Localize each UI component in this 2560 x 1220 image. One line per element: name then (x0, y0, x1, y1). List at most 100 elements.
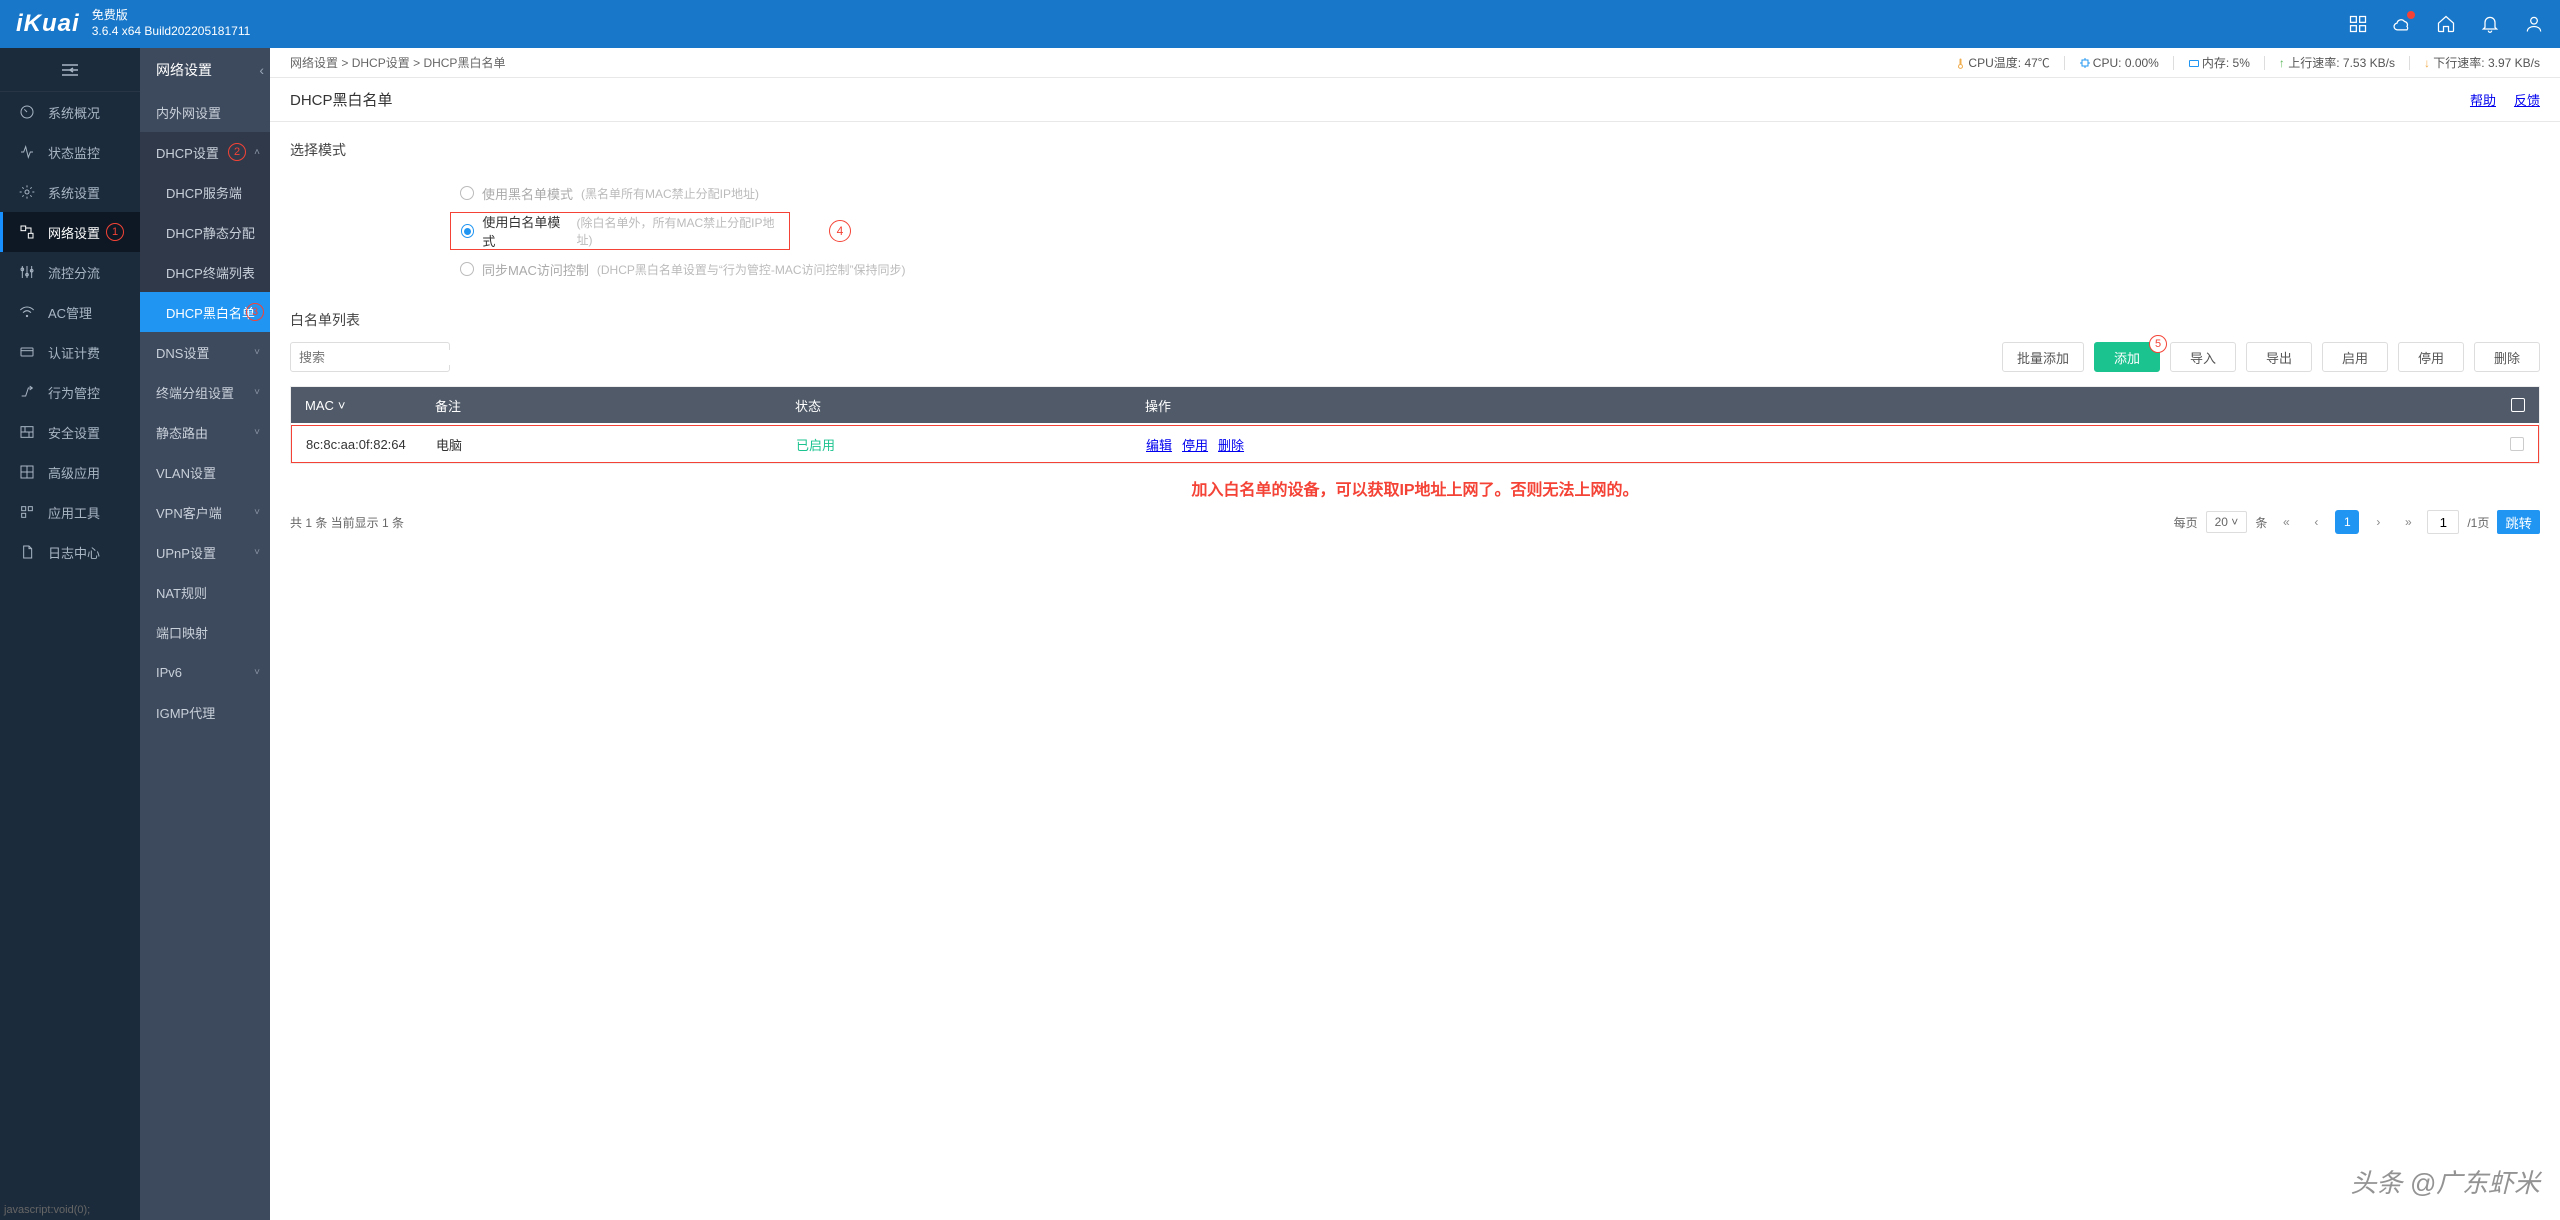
radio-blacklist[interactable]: 使用黑名单模式 (黑名单所有MAC禁止分配IP地址) (460, 174, 2540, 212)
sidebar-item-flow[interactable]: 流控分流 (0, 252, 140, 292)
nav2-lan-wan[interactable]: 内外网设置 (140, 92, 270, 132)
nav2-term-group[interactable]: 终端分组设置˅ (140, 372, 270, 412)
nav2-vpn[interactable]: VPN客户端˅ (140, 492, 270, 532)
annotation-badge-1: 1 (106, 223, 124, 241)
dashboard-icon (18, 103, 36, 121)
content-area: 网络设置 > DHCP设置 > DHCP黑白名单 CPU温度: 47℃ CPU:… (270, 48, 2560, 1220)
nav2-dhcp[interactable]: DHCP设置2˄ (140, 132, 270, 172)
nav2-nat[interactable]: NAT规则 (140, 572, 270, 612)
sub-dhcp-server[interactable]: DHCP服务端 (140, 172, 270, 212)
pager-jump-button[interactable]: 跳转 (2497, 510, 2540, 534)
pager-next[interactable]: › (2367, 511, 2389, 533)
route-icon (18, 383, 36, 401)
breadcrumb-c: DHCP黑白名单 (423, 54, 505, 71)
sidebar-item-auth[interactable]: 认证计费 (0, 332, 140, 372)
user-icon[interactable] (2524, 14, 2544, 34)
sub-dhcp-static[interactable]: DHCP静态分配 (140, 212, 270, 252)
batch-add-button[interactable]: 批量添加 (2002, 342, 2084, 372)
import-button[interactable]: 导入 (2170, 342, 2236, 372)
grid-icon (18, 463, 36, 481)
col-note: 备注 (435, 396, 795, 415)
top-header: iKuai 免费版 3.6.4 x64 Build202205181711 (0, 0, 2560, 48)
help-link[interactable]: 帮助 (2470, 90, 2496, 109)
page-body: 选择模式 使用黑名单模式 (黑名单所有MAC禁止分配IP地址) 使用白名单模式 … (270, 122, 2560, 1220)
sidebar-item-logs[interactable]: 日志中心 (0, 532, 140, 572)
add-button[interactable]: 添加5 (2094, 342, 2160, 372)
edition-label: 免费版 (92, 8, 251, 24)
list-toolbar: 批量添加 添加5 导入 导出 启用 停用 删除 (290, 342, 2540, 372)
status-bar-hint: javascript:void(0); (4, 1204, 90, 1216)
row-disable-link[interactable]: 停用 (1182, 435, 1208, 454)
nav2-static-route[interactable]: 静态路由˅ (140, 412, 270, 452)
bell-icon[interactable] (2480, 14, 2500, 34)
chevron-left-icon[interactable]: ‹ (259, 62, 264, 78)
version-block: 免费版 3.6.4 x64 Build202205181711 (92, 8, 251, 39)
pager-current[interactable]: 1 (2335, 510, 2359, 534)
pager-prev[interactable]: ‹ (2305, 511, 2327, 533)
disable-button[interactable]: 停用 (2398, 342, 2464, 372)
export-button[interactable]: 导出 (2246, 342, 2312, 372)
cell-status: 已启用 (796, 435, 1146, 454)
sub-dhcp-bwlist[interactable]: DHCP黑白名单3 (140, 292, 270, 332)
cell-ops: 编辑 停用 删除 (1146, 435, 2500, 454)
sidebar-toggle[interactable] (0, 48, 140, 92)
apps-icon[interactable] (2348, 14, 2368, 34)
delete-button[interactable]: 删除 (2474, 342, 2540, 372)
sidebar-item-overview[interactable]: 系统概况 (0, 92, 140, 132)
chevron-down-icon: ˅ (254, 347, 260, 358)
nav2-dns[interactable]: DNS设置˅ (140, 332, 270, 372)
radio-sync-mac[interactable]: 同步MAC访问控制 (DHCP黑白名单设置与“行为管控-MAC访问控制”保持同步… (460, 250, 2540, 288)
cell-check[interactable] (2500, 437, 2524, 451)
feedback-link[interactable]: 反馈 (2514, 90, 2540, 109)
search-box[interactable] (290, 342, 450, 372)
sidebar-item-advanced[interactable]: 高级应用 (0, 452, 140, 492)
sidebar-item-label: 系统概况 (48, 103, 100, 122)
sidebar-item-label: 安全设置 (48, 423, 100, 442)
sidebar-item-behavior[interactable]: 行为管控 (0, 372, 140, 412)
chevron-down-icon: ˅ (254, 507, 260, 518)
per-page-unit: 条 (2255, 514, 2267, 531)
button-group: 批量添加 添加5 导入 导出 启用 停用 删除 (2002, 342, 2540, 372)
sidebar-item-label: 应用工具 (48, 503, 100, 522)
radio-whitelist[interactable]: 使用白名单模式 (除白名单外，所有MAC禁止分配IP地址) 4 (450, 212, 790, 250)
nav2-upnp[interactable]: UPnP设置˅ (140, 532, 270, 572)
sidebar2-title: 网络设置‹ (140, 48, 270, 92)
col-check[interactable] (2501, 398, 2525, 412)
breadcrumb-b[interactable]: DHCP设置 (352, 54, 410, 71)
search-input[interactable] (299, 350, 475, 365)
radio-hint: (除白名单外，所有MAC禁止分配IP地址) (576, 214, 779, 248)
whitelist-table: MAC ˅ 备注 状态 操作 8c:8c:aa:0f:82:64 电脑 已启用 … (290, 386, 2540, 464)
upload-rate: ↑ 上行速率: 7.53 KB/s (2279, 54, 2395, 71)
pager-last[interactable]: » (2397, 511, 2419, 533)
cloud-icon[interactable] (2392, 14, 2412, 34)
sidebar-item-network[interactable]: 网络设置1 (0, 212, 140, 252)
per-page-select[interactable]: 20 ˅ (2206, 511, 2248, 533)
sub-dhcp-clients[interactable]: DHCP终端列表 (140, 252, 270, 292)
nav2-vlan[interactable]: VLAN设置 (140, 452, 270, 492)
chevron-down-icon: ˅ (254, 387, 260, 398)
nav2-portmap[interactable]: 端口映射 (140, 612, 270, 652)
home-icon[interactable] (2436, 14, 2456, 34)
pager-first[interactable]: « (2275, 511, 2297, 533)
chevron-up-icon: ˄ (254, 147, 260, 158)
row-edit-link[interactable]: 编辑 (1146, 435, 1172, 454)
sidebar-item-security[interactable]: 安全设置 (0, 412, 140, 452)
nav2-igmp[interactable]: IGMP代理 (140, 692, 270, 732)
sidebar-item-tools[interactable]: 应用工具 (0, 492, 140, 532)
enable-button[interactable]: 启用 (2322, 342, 2388, 372)
row-delete-link[interactable]: 删除 (1218, 435, 1244, 454)
sidebar-item-label: 日志中心 (48, 543, 100, 562)
pager-input[interactable] (2427, 510, 2459, 534)
sidebar-item-label: 流控分流 (48, 263, 100, 282)
radio-hint: (黑名单所有MAC禁止分配IP地址) (581, 185, 759, 202)
sort-icon: ˅ (338, 398, 346, 413)
sidebar-item-monitor[interactable]: 状态监控 (0, 132, 140, 172)
nav2-ipv6[interactable]: IPv6˅ (140, 652, 270, 692)
card-icon (18, 343, 36, 361)
breadcrumb-a[interactable]: 网络设置 (290, 54, 338, 71)
sidebar-item-system[interactable]: 系统设置 (0, 172, 140, 212)
sidebar-item-ac[interactable]: AC管理 (0, 292, 140, 332)
pager-controls: 每页 20 ˅ 条 « ‹ 1 › » /1页 跳转 (2174, 510, 2540, 534)
col-mac[interactable]: MAC ˅ (305, 398, 435, 413)
cell-mac: 8c:8c:aa:0f:82:64 (306, 437, 436, 452)
